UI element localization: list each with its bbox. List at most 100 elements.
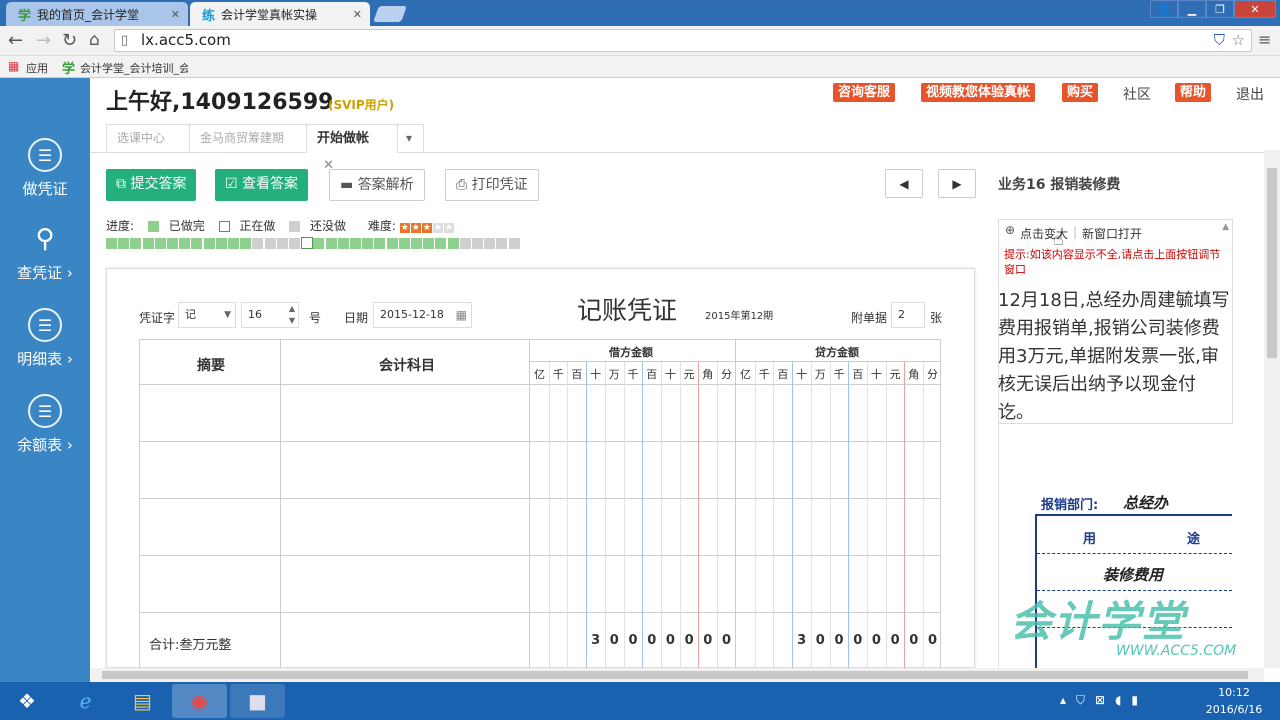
answer-analysis-button[interactable]: ▬ 答案解析	[329, 169, 425, 201]
new-tab-button[interactable]	[373, 6, 407, 22]
progress-item[interactable]	[484, 238, 496, 249]
debit-cell[interactable]	[530, 385, 735, 440]
progress-item[interactable]	[447, 238, 459, 249]
stepper-down-icon[interactable]: ▼	[289, 309, 295, 333]
start-icon[interactable]: ❖	[2, 684, 52, 718]
close-icon[interactable]: ✕	[171, 8, 180, 21]
account-cell[interactable]	[281, 556, 529, 611]
voucher-type-select[interactable]: 记 ▼	[178, 302, 236, 328]
reload-icon[interactable]: ↻	[62, 30, 77, 51]
next-task-button[interactable]: ▶	[938, 169, 976, 198]
progress-item[interactable]	[154, 238, 166, 249]
bookmark-acc5[interactable]: 会计学堂_会计培训_会	[80, 60, 188, 76]
progress-item[interactable]	[167, 238, 178, 249]
print-voucher-button[interactable]: ⎙ 打印凭证	[445, 169, 539, 201]
scroll-up-icon[interactable]: ▲	[1222, 222, 1229, 232]
address-bar[interactable]: ▯ lx.acc5.com ⛉ ☆	[114, 29, 1252, 52]
star-icon[interactable]: ☆	[1232, 30, 1245, 51]
buy-button[interactable]: 购买	[1062, 83, 1099, 102]
chrome-icon[interactable]: ◉	[172, 684, 227, 718]
credit-cell[interactable]	[736, 499, 941, 554]
debit-cell[interactable]	[530, 499, 735, 554]
bookmark-apps[interactable]: 应用	[26, 60, 48, 76]
credit-cell[interactable]	[736, 385, 941, 440]
progress-item[interactable]	[264, 238, 276, 249]
scrollbar-thumb[interactable]	[1267, 168, 1277, 358]
user-icon[interactable]: 👤	[1150, 0, 1178, 18]
minimize-icon[interactable]: ▁	[1178, 0, 1206, 18]
progress-item[interactable]	[398, 238, 410, 249]
progress-item[interactable]	[508, 238, 520, 249]
progress-item[interactable]	[142, 238, 154, 249]
progress-item[interactable]	[362, 238, 374, 249]
progress-item[interactable]	[228, 238, 239, 249]
progress-item[interactable]	[313, 238, 325, 249]
account-cell[interactable]	[281, 385, 529, 440]
attachment-count-input[interactable]: 2	[891, 302, 925, 328]
progress-item[interactable]	[276, 238, 288, 249]
logout-link[interactable]: 退出	[1236, 84, 1264, 104]
close-window-icon[interactable]: ✕	[1234, 0, 1276, 18]
progress-item[interactable]	[472, 238, 483, 249]
ie-icon[interactable]: ℯ	[58, 684, 113, 718]
progress-item[interactable]	[435, 238, 447, 249]
menu-icon[interactable]: ≡	[1258, 30, 1271, 49]
account-cell[interactable]	[281, 499, 529, 554]
tab-jinma[interactable]: 金马商贸筹建期	[189, 124, 307, 152]
progress-item[interactable]	[350, 238, 361, 249]
progress-item[interactable]	[301, 237, 314, 249]
community-link[interactable]: 社区	[1123, 84, 1151, 104]
shield-icon[interactable]: ⛉	[1214, 30, 1225, 51]
tab-start-accounting[interactable]: 开始做帐 ✕	[306, 124, 398, 173]
tray-icons[interactable]: ▴⛉⊠◖▮	[1060, 693, 1148, 708]
browser-tab-practice[interactable]: 练 会计学堂真帐实操 ✕	[190, 2, 370, 26]
forward-icon[interactable]: →	[36, 30, 51, 51]
summary-cell[interactable]	[139, 385, 280, 440]
browser-tab-home[interactable]: 学 我的首页_会计学堂 ✕	[6, 2, 188, 26]
progress-item[interactable]	[191, 238, 203, 249]
video-tutorial-button[interactable]: 视频教您体验真帐	[921, 83, 1036, 102]
progress-item[interactable]	[459, 238, 471, 249]
new-window-link[interactable]: 新窗口打开	[1082, 225, 1142, 242]
progress-item[interactable]	[423, 238, 435, 249]
horizontal-scrollbar[interactable]	[90, 668, 1264, 682]
progress-item[interactable]	[337, 238, 349, 249]
debit-cell[interactable]	[530, 442, 735, 497]
home-icon[interactable]: ⌂	[89, 30, 100, 50]
summary-cell[interactable]	[139, 499, 280, 554]
calendar-icon[interactable]: ▦	[456, 303, 467, 327]
sidebar-item-search-voucher[interactable]: ⚲ 查凭证 ›	[0, 222, 90, 283]
tab-course-center[interactable]: 选课中心	[106, 124, 190, 152]
restore-icon[interactable]: ❐	[1206, 0, 1234, 18]
back-icon[interactable]: ←	[8, 30, 23, 51]
date-input[interactable]: 2015-12-18 ▦	[373, 302, 472, 328]
progress-item[interactable]	[240, 238, 252, 249]
progress-item[interactable]	[215, 238, 227, 249]
sidebar-item-make-voucher[interactable]: ☰ 做凭证	[0, 138, 90, 199]
voucher-number-stepper[interactable]: 16 ▲ ▼	[241, 302, 299, 328]
vertical-scrollbar[interactable]	[1264, 150, 1280, 668]
progress-item[interactable]	[411, 238, 422, 249]
credit-cell[interactable]	[736, 442, 941, 497]
close-icon[interactable]: ✕	[353, 8, 362, 21]
submit-answer-button[interactable]: ⧉ 提交答案	[106, 169, 197, 201]
customer-service-button[interactable]: 咨询客服	[833, 83, 896, 102]
view-answer-button[interactable]: ☑ 查看答案	[215, 169, 309, 201]
summary-cell[interactable]	[139, 442, 280, 497]
help-button[interactable]: 帮助	[1175, 83, 1212, 102]
sidebar-item-detail-ledger[interactable]: ☰ 明细表 ›	[0, 308, 90, 369]
progress-item[interactable]	[106, 238, 117, 249]
progress-item[interactable]	[325, 238, 337, 249]
progress-item[interactable]	[289, 238, 300, 249]
prev-task-button[interactable]: ◀	[885, 169, 923, 198]
progress-item[interactable]	[130, 238, 142, 249]
sidebar-item-balance-sheet[interactable]: ☰ 余额表 ›	[0, 394, 90, 455]
progress-item[interactable]	[118, 238, 130, 249]
progress-item[interactable]	[386, 238, 398, 249]
progress-item[interactable]	[203, 238, 215, 249]
camera-icon[interactable]: ■	[230, 684, 285, 718]
scrollbar-thumb[interactable]	[102, 671, 1248, 679]
progress-item[interactable]	[179, 238, 191, 249]
progress-item[interactable]	[374, 238, 386, 249]
progress-item[interactable]	[252, 238, 264, 249]
